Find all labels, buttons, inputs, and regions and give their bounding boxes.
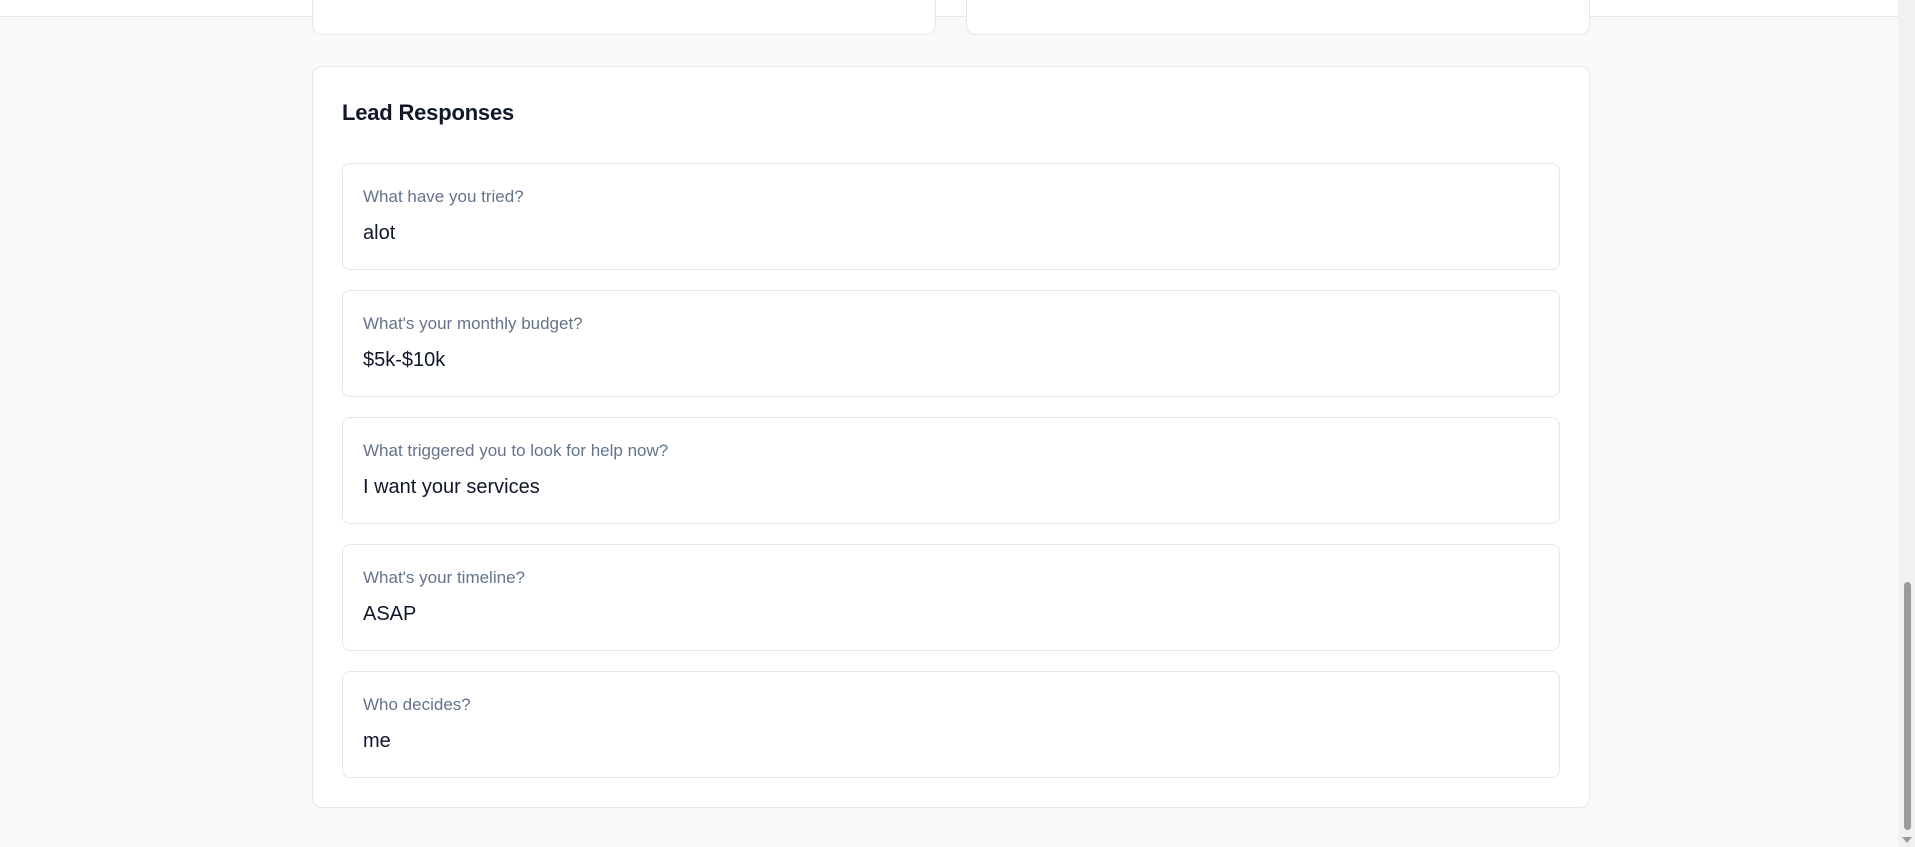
response-item: Who decides? me bbox=[342, 671, 1560, 778]
response-item: What triggered you to look for help now?… bbox=[342, 417, 1560, 524]
previous-card-left bbox=[312, 0, 936, 35]
response-question: What's your timeline? bbox=[363, 568, 525, 587]
response-answer: ASAP bbox=[363, 603, 417, 625]
response-item: What's your timeline? ASAP bbox=[342, 544, 1560, 651]
scroll-down-arrow-icon[interactable] bbox=[1902, 837, 1912, 843]
page-scrollbar[interactable] bbox=[1898, 0, 1915, 847]
response-answer: $5k-$10k bbox=[363, 349, 446, 371]
response-answer: I want your services bbox=[363, 476, 540, 498]
response-question: What triggered you to look for help now? bbox=[363, 441, 669, 460]
top-header-bar bbox=[0, 0, 1898, 17]
previous-card-right bbox=[966, 0, 1590, 35]
response-question: Who decides? bbox=[363, 695, 471, 714]
lead-responses-title: Lead Responses bbox=[342, 100, 515, 125]
response-question: What's your monthly budget? bbox=[363, 314, 583, 333]
response-answer: alot bbox=[363, 222, 396, 244]
scrollbar-thumb[interactable] bbox=[1904, 582, 1911, 830]
response-answer: me bbox=[363, 730, 391, 752]
response-question: What have you tried? bbox=[363, 187, 524, 206]
response-item: What have you tried? alot bbox=[342, 163, 1560, 270]
lead-responses-card: Lead Responses What have you tried? alot… bbox=[312, 66, 1590, 808]
response-item: What's your monthly budget? $5k-$10k bbox=[342, 290, 1560, 397]
